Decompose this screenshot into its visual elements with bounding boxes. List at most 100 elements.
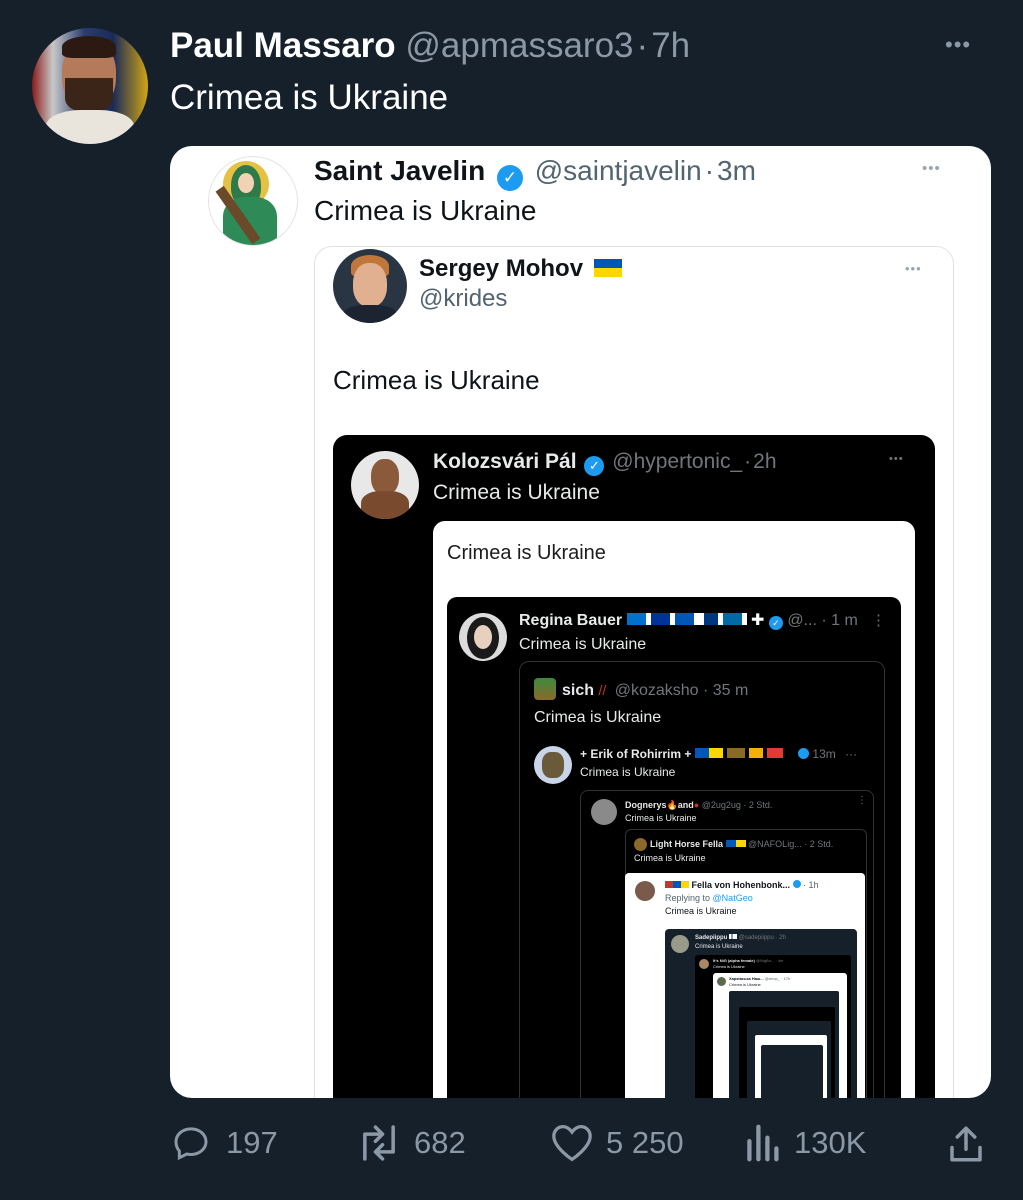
flag-emojis-icon xyxy=(626,613,747,625)
avatar[interactable] xyxy=(333,249,407,323)
avatar[interactable] xyxy=(459,613,507,661)
author-name[interactable]: Saint Javelin xyxy=(314,155,485,186)
author-handle[interactable]: @sadepiippu · 2h xyxy=(739,935,786,941)
more-options-icon[interactable]: ••• xyxy=(889,453,904,465)
timestamp[interactable]: · 1 m xyxy=(821,612,857,629)
drop-icon: ● xyxy=(693,800,700,810)
more-options-icon[interactable]: ••• xyxy=(922,160,941,177)
more-options-icon[interactable]: ⋮ xyxy=(871,611,886,629)
quote-text: Crimea is Ukraine xyxy=(519,636,647,653)
quote-card-regina-bauer[interactable]: Regina Bauer ✚ ✓ @... · 1 m ⋮ Crimea is … xyxy=(447,597,901,1098)
plus-icon: ✚ xyxy=(751,612,765,629)
author-handle[interactable]: @... xyxy=(787,612,817,629)
more-options-icon[interactable]: ··· xyxy=(845,747,857,761)
repost-button[interactable]: 682 xyxy=(356,1118,466,1168)
quote-header: Fella von Hohenbonk... · 1h xyxy=(665,879,861,891)
author-name[interactable]: Light Horse Fella xyxy=(650,839,723,849)
avatar-face xyxy=(474,625,492,649)
bust-shoulders xyxy=(361,491,409,519)
like-button[interactable]: 5 250 xyxy=(550,1118,684,1168)
author-name[interactable]: Харківська Наш... xyxy=(729,976,764,981)
horse-icon xyxy=(542,752,564,778)
author-handle[interactable]: @NAFOLig... · 2 Std. xyxy=(748,839,833,849)
avatar[interactable] xyxy=(208,156,298,246)
author-name[interactable]: + Erik of Rohirrim + xyxy=(580,747,691,761)
quote-header: Saint Javelin ✓ @saintjavelin · 3m xyxy=(314,154,756,191)
timestamp[interactable]: 7h xyxy=(651,26,690,65)
author-name[interactable]: sich xyxy=(562,682,594,699)
separator: · xyxy=(704,155,715,186)
quote-header: sich // @kozaksho · 35 m xyxy=(562,680,862,701)
avatar[interactable] xyxy=(699,959,709,969)
quote-card-nig[interactable]: It's NiG (alpha female) @NigBo... · 4m C… xyxy=(695,955,851,1098)
author-handle[interactable]: @2ug2ug · 2 Std. xyxy=(702,800,773,810)
timestamp[interactable]: · 35 m xyxy=(703,682,748,699)
quote-header: Sadepiippu @sadepiippu · 2h xyxy=(695,934,855,942)
quote-text: Crimea is Ukraine xyxy=(433,481,600,504)
author-handle[interactable]: @krides xyxy=(419,285,507,313)
avatar[interactable] xyxy=(634,838,647,851)
avatar[interactable] xyxy=(717,977,726,986)
avatar[interactable] xyxy=(591,799,617,825)
reply-icon xyxy=(174,1127,208,1161)
tweet-header: Paul Massaro @apmassaro3·7h xyxy=(170,26,690,66)
emoji-icons xyxy=(694,748,795,758)
nested-quote-card xyxy=(755,1035,827,1098)
quote-card-screenshot[interactable]: Crimea is Ukraine Regina Bauer ✚ ✓ @... … xyxy=(433,521,915,1098)
quote-text: Crimea is Ukraine xyxy=(534,709,662,726)
timestamp[interactable]: 13m xyxy=(812,747,835,761)
verified-icon: ✓ xyxy=(768,616,783,630)
quote-text: Crimea is Ukraine xyxy=(314,195,537,226)
quote-text: Crimea is Ukraine xyxy=(447,542,606,564)
reply-context: Replying to @NatGeo xyxy=(665,892,753,904)
avatar[interactable] xyxy=(534,678,556,700)
quote-card-sergey-mohov[interactable]: Sergey Mohov @krides ••• Crimea is Ukrai… xyxy=(314,246,954,1098)
tweet-text: Crimea is Ukraine xyxy=(170,78,449,117)
slash-icon: // xyxy=(598,682,607,698)
quote-card-sadepiippu[interactable]: Sadepiippu @sadepiippu · 2h Crimea is Uk… xyxy=(665,929,857,1098)
avatar-beard xyxy=(65,78,113,112)
author-name[interactable]: Dognerys xyxy=(625,800,667,810)
author-handle[interactable]: @mrcp_ · 17h xyxy=(765,976,790,981)
bust-head xyxy=(371,459,399,495)
nested-quote-card xyxy=(761,1045,823,1098)
timestamp[interactable]: · 1h xyxy=(803,880,819,890)
avatar[interactable] xyxy=(671,935,689,953)
author-handle[interactable]: @apmassaro3 xyxy=(405,26,633,65)
author-name[interactable]: Regina Bauer xyxy=(519,612,622,629)
author-name[interactable]: Paul Massaro xyxy=(170,26,396,65)
quote-text: Crimea is Ukraine xyxy=(713,964,745,969)
timestamp[interactable]: 2h xyxy=(753,450,776,473)
avatar[interactable] xyxy=(32,28,148,144)
more-options-icon[interactable]: ⋮ xyxy=(857,795,867,806)
quote-header: + Erik of Rohirrim + 13m ··· xyxy=(580,746,880,762)
quote-text: Crimea is Ukraine xyxy=(580,765,676,779)
author-handle[interactable]: @kozaksho xyxy=(615,682,699,699)
avatar[interactable] xyxy=(635,881,655,901)
author-name[interactable]: It's NiG (alpha female) xyxy=(713,958,755,963)
quote-card-kharkivska[interactable]: Харківська Наш... @mrcp_ · 17h Crimea is… xyxy=(713,973,847,1098)
author-name[interactable]: Fella von Hohenbonk... xyxy=(692,880,791,890)
author-name[interactable]: Kolozsvári Pál xyxy=(433,450,577,473)
reply-button[interactable]: 197 xyxy=(170,1118,278,1168)
quote-card-kolozsvari-pal[interactable]: Kolozsvári Pál ✓ @hypertonic_·2h ••• Cri… xyxy=(333,435,935,1098)
avatar[interactable] xyxy=(351,451,419,519)
views-button[interactable]: 130K xyxy=(744,1118,866,1168)
timestamp[interactable]: 3m xyxy=(717,155,756,186)
more-options-icon[interactable]: ••• xyxy=(945,32,971,58)
author-handle[interactable]: @hypertonic_ xyxy=(612,450,742,473)
author-name[interactable]: Sergey Mohov xyxy=(419,255,583,282)
quote-card-saint-javelin[interactable]: Saint Javelin ✓ @saintjavelin · 3m ••• Cri… xyxy=(170,146,991,1098)
more-options-icon[interactable]: ••• xyxy=(905,261,922,276)
author-name[interactable]: Sadepiippu xyxy=(695,935,727,941)
like-count: 5 250 xyxy=(606,1125,684,1160)
reply-mention-link[interactable]: @NatGeo xyxy=(713,893,753,903)
ukraine-flag-icon xyxy=(593,259,622,277)
avatar[interactable] xyxy=(534,746,572,784)
verified-icon: ✓ xyxy=(496,165,523,191)
avatar-hair xyxy=(62,36,116,58)
author-handle[interactable]: @NigBo... · 4m xyxy=(756,958,783,963)
quote-card-fella-von-hohenbonk[interactable]: Fella von Hohenbonk... · 1h Replying to … xyxy=(625,873,865,1098)
author-handle[interactable]: @saintjavelin xyxy=(535,155,702,186)
share-button[interactable] xyxy=(946,1122,986,1166)
